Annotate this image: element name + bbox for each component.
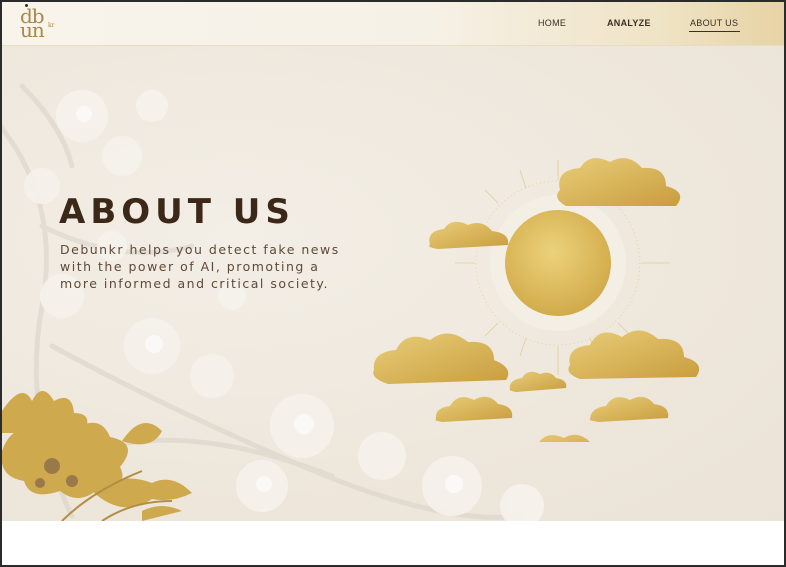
sun-cloud-illustration xyxy=(373,158,700,442)
peony-illustration xyxy=(2,391,192,521)
about-description: Debunkr helps you detect fake news with … xyxy=(60,242,340,291)
about-hero-section: ABOUT US Debunkr helps you detect fake n… xyxy=(2,46,784,521)
logo-text-bottom: un xyxy=(20,18,45,42)
nav-analyze-link[interactable]: ANALYZE xyxy=(607,18,651,28)
browser-viewport: db un kr HOME ANALYZE ABOUT US ABOUT US … xyxy=(2,2,784,565)
logo-text-suffix: kr xyxy=(48,22,55,29)
nav-about-us-link[interactable]: ABOUT US xyxy=(688,18,741,32)
page-title: ABOUT US xyxy=(59,192,295,232)
page-content-start xyxy=(2,521,784,565)
top-navigation-bar: db un kr HOME ANALYZE ABOUT US xyxy=(2,2,784,46)
debunkr-logo[interactable]: db un kr xyxy=(20,4,60,42)
nav-home-link[interactable]: HOME xyxy=(538,18,566,28)
